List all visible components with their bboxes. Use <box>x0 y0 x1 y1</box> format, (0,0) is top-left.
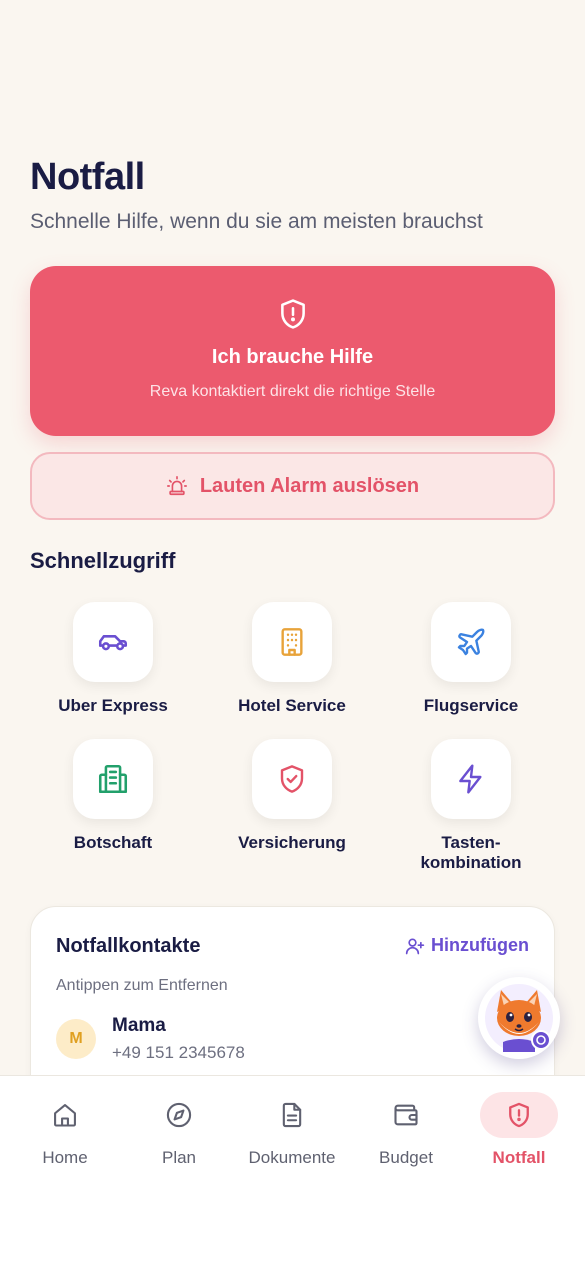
tab-icon-wrap <box>253 1092 331 1138</box>
page-title: Notfall <box>30 156 145 198</box>
hotel-icon <box>281 628 303 656</box>
add-contact-label: Hinzufügen <box>431 935 529 955</box>
shield-alert-icon <box>280 299 305 329</box>
fox-mascot-icon <box>485 984 553 1052</box>
contacts-title: Notfallkontakte <box>56 935 201 957</box>
quick-access-icon-box <box>73 739 153 819</box>
building-icon <box>98 764 128 794</box>
tab-icon-wrap <box>26 1092 104 1138</box>
quick-access-label: Versicherung <box>238 833 346 852</box>
help-title: Ich brauche Hilfe <box>211 346 374 368</box>
tab-label: Dokumente <box>248 1148 336 1167</box>
quick-access-icon-box <box>431 602 511 682</box>
page-subtitle: Schnelle Hilfe, wenn du sie am meisten b… <box>30 210 483 233</box>
assistant-button[interactable] <box>478 977 560 1059</box>
contacts-hint: Antippen zum Entfernen <box>56 977 228 994</box>
quick-access-uber[interactable]: Uber Express <box>28 602 198 716</box>
quick-access-label: Uber Express <box>58 696 168 715</box>
tab-icon-wrap <box>480 1092 558 1138</box>
tab-label: Budget <box>379 1148 433 1167</box>
tab-documents[interactable]: Dokumente <box>237 1092 347 1168</box>
contact-item[interactable]: M Mama +49 151 2345678 <box>56 1015 245 1063</box>
quick-access-insurance[interactable]: Versicherung <box>207 739 377 853</box>
quick-access-icon-box <box>252 739 332 819</box>
quick-access-hotel[interactable]: Hotel Service <box>207 602 377 716</box>
tab-plan[interactable]: Plan <box>124 1092 234 1168</box>
wallet-icon <box>394 1104 418 1126</box>
zap-icon <box>459 764 482 794</box>
user-plus-icon <box>405 938 425 954</box>
quick-access-flight[interactable]: Flugservice <box>386 602 556 716</box>
plane-icon <box>457 628 485 656</box>
quick-access-title: Schnellzugriff <box>30 548 176 573</box>
siren-icon <box>166 476 187 496</box>
tab-label: Home <box>42 1148 88 1167</box>
help-subtitle: Reva kontaktiert direkt die richtige Ste… <box>149 383 436 400</box>
shield-alert-icon <box>509 1102 529 1128</box>
quick-access-embassy[interactable]: Botschaft <box>28 739 198 853</box>
quick-access-label: Flugservice <box>423 696 519 715</box>
car-icon <box>98 635 128 651</box>
help-button[interactable]: Ich brauche Hilfe Reva kontaktiert direk… <box>30 266 555 436</box>
alarm-button[interactable]: Lauten Alarm auslösen <box>30 452 555 520</box>
quick-access-icon-box <box>431 739 511 819</box>
quick-access-label: Hotel Service <box>238 696 346 715</box>
quick-access-label: Botschaft <box>73 833 153 852</box>
contact-phone: +49 151 2345678 <box>112 1043 245 1062</box>
compass-icon <box>166 1102 192 1128</box>
quick-access-shortcut[interactable]: Tasten- kombination <box>386 739 556 873</box>
quick-access-label: Tasten- kombination <box>420 833 522 872</box>
document-icon <box>282 1102 302 1128</box>
contact-name: Mama <box>112 1015 166 1036</box>
alarm-label: Lauten Alarm auslösen <box>199 474 420 497</box>
shield-check-icon <box>280 765 304 793</box>
tab-emergency[interactable]: Notfall <box>464 1092 574 1168</box>
add-contact-button[interactable]: Hinzufügen <box>405 935 529 956</box>
bottom-tab-bar: Home Plan Dokumente Budget Notfall <box>0 1075 585 1268</box>
tab-budget[interactable]: Budget <box>351 1092 461 1168</box>
home-icon <box>54 1104 76 1127</box>
tab-icon-wrap <box>140 1092 218 1138</box>
tab-icon-wrap <box>367 1092 445 1138</box>
quick-access-icon-box <box>73 602 153 682</box>
tab-label: Notfall <box>492 1148 546 1167</box>
tab-label: Plan <box>161 1148 197 1167</box>
quick-access-icon-box <box>252 602 332 682</box>
tab-home[interactable]: Home <box>10 1092 120 1168</box>
avatar: M <box>56 1019 96 1059</box>
